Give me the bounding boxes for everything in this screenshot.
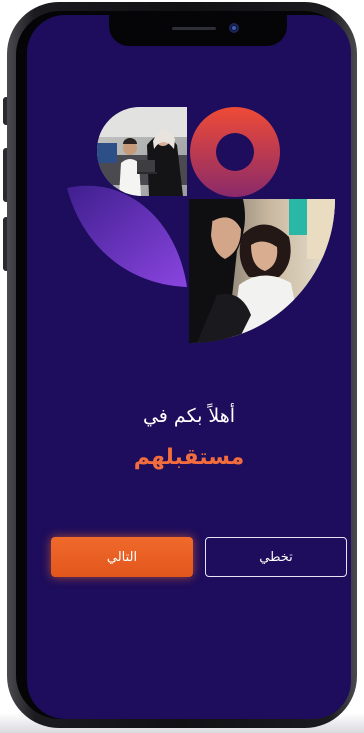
brand-name: مستقبلهم: [133, 445, 245, 470]
family-photo-small: [97, 107, 187, 196]
speaker-grille: [172, 27, 216, 30]
family-photo-large: [189, 199, 335, 343]
red-ring-shape: [190, 107, 280, 197]
phone-notch: [109, 15, 287, 46]
skip-button[interactable]: تخطي: [205, 537, 347, 577]
welcome-title: أهلاً بكم في: [142, 405, 236, 427]
camera-icon: [229, 23, 239, 33]
purple-leaf-shape: [67, 185, 187, 287]
next-button[interactable]: التالي: [51, 537, 193, 577]
phone-frame: أهلاً بكم في مستقبلهم تخطي التالي: [7, 2, 357, 728]
app-screen: أهلاً بكم في مستقبلهم تخطي التالي: [27, 15, 351, 719]
hero-illustration: [67, 107, 335, 343]
